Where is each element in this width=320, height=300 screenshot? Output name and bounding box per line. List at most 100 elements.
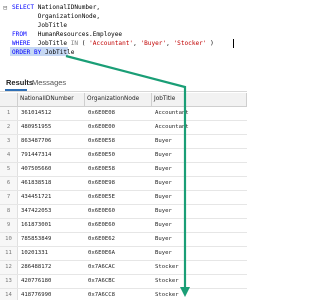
table-cell[interactable]: Stocker [152, 289, 247, 300]
table-cell[interactable]: Buyer [152, 177, 247, 190]
table-row[interactable]: 6 461838518 0x6E0E98 Buyer [0, 177, 247, 191]
row-number: 12 [0, 261, 18, 274]
table-cell[interactable]: 0x6E0E00 [85, 121, 152, 134]
table-cell[interactable]: 347422053 [18, 205, 85, 218]
table-cell[interactable]: Stocker [152, 275, 247, 288]
code-token: ORDER BY [12, 49, 46, 56]
results-tabs: Results Messages [0, 75, 247, 92]
column-header[interactable]: NationalIDNumber [18, 93, 85, 106]
table-row[interactable]: 3 863487706 0x6E0E58 Buyer [0, 135, 247, 149]
column-header[interactable]: JobTitle [152, 93, 247, 106]
table-row[interactable]: 11 10201331 0x6E0E6A Buyer [0, 247, 247, 261]
grid-header: NationalIDNumber OrganizationNode JobTitle [0, 93, 247, 107]
table-row[interactable]: 9 161873001 0x6E0E60 Buyer [0, 219, 247, 233]
code-token: OrganizationNode, [12, 13, 101, 20]
table-cell[interactable]: 461838518 [18, 177, 85, 190]
collapse-icon[interactable]: ⊟ [3, 4, 9, 13]
row-number: 1 [0, 107, 18, 120]
code-token: 'Accountant' [89, 40, 134, 47]
table-row[interactable]: 4 791447314 0x6E0E50 Buyer [0, 149, 247, 163]
table-cell[interactable]: 0x7A6CBC [85, 275, 152, 288]
code-token: JobTitle [45, 49, 75, 56]
table-cell[interactable]: Buyer [152, 219, 247, 232]
code-token: NationalIDNumber, [37, 4, 101, 11]
code-token: JobTitle [12, 22, 68, 29]
column-header[interactable] [0, 93, 18, 106]
table-row[interactable]: 10 785853849 0x6E0E62 Buyer [0, 233, 247, 247]
row-number: 7 [0, 191, 18, 204]
table-cell[interactable]: 407505660 [18, 163, 85, 176]
table-cell[interactable]: 0x7A6CAC [85, 261, 152, 274]
code-token: ( [81, 40, 90, 47]
table-cell[interactable]: 480951955 [18, 121, 85, 134]
tab-messages[interactable]: Messages [32, 78, 66, 87]
table-cell[interactable]: 863487706 [18, 135, 85, 148]
table-cell[interactable]: 0x6E0E98 [85, 177, 152, 190]
table-cell[interactable]: 420776180 [18, 275, 85, 288]
row-number: 13 [0, 275, 18, 288]
row-number: 6 [0, 177, 18, 190]
code-line: OrganizationNode, [12, 12, 100, 21]
row-number: 5 [0, 163, 18, 176]
code-token: WHERE [12, 40, 38, 47]
table-row[interactable]: 7 434451721 0x6E0E5E Buyer [0, 191, 247, 205]
table-row[interactable]: 13 420776180 0x7A6CBC Stocker [0, 275, 247, 289]
table-cell[interactable]: 0x6E0E6A [85, 247, 152, 260]
table-cell[interactable]: 0x6E0E60 [85, 205, 152, 218]
table-cell[interactable]: 785853849 [18, 233, 85, 246]
code-line: WHERE JobTitle IN ( 'Accountant', 'Buyer… [12, 39, 214, 48]
table-cell[interactable]: Buyer [152, 163, 247, 176]
code-token: HumanResources.Employee [37, 31, 123, 38]
query-editor[interactable]: ⊟ SELECT NationalIDNumber, OrganizationN… [0, 0, 247, 72]
table-cell[interactable]: Buyer [152, 247, 247, 260]
code-token: IN [70, 40, 82, 47]
table-cell[interactable]: 418776990 [18, 289, 85, 300]
table-row[interactable]: 1 361014512 0x6E0E08 Accountant [0, 107, 247, 121]
tab-results[interactable]: Results [6, 78, 33, 87]
code-token: 'Stocker' [173, 40, 207, 47]
table-cell[interactable]: Buyer [152, 149, 247, 162]
table-cell[interactable]: Stocker [152, 261, 247, 274]
table-cell[interactable]: Buyer [152, 191, 247, 204]
code-token: 'Buyer' [140, 40, 167, 47]
table-cell[interactable]: 0x6E0E58 [85, 135, 152, 148]
table-cell[interactable]: 0x7A6CC8 [85, 289, 152, 300]
table-cell[interactable]: 434451721 [18, 191, 85, 204]
row-number: 10 [0, 233, 18, 246]
active-tab-indicator [5, 89, 27, 91]
row-number: 8 [0, 205, 18, 218]
row-number: 9 [0, 219, 18, 232]
table-cell[interactable]: 0x6E0E60 [85, 219, 152, 232]
column-header[interactable]: OrganizationNode [85, 93, 152, 106]
table-cell[interactable]: 286488172 [18, 261, 85, 274]
table-cell[interactable]: 161873001 [18, 219, 85, 232]
table-cell[interactable]: 0x6E0E58 [85, 163, 152, 176]
table-cell[interactable]: 0x6E0E50 [85, 149, 152, 162]
code-token: ) [206, 40, 214, 47]
table-cell[interactable]: 10201331 [18, 247, 85, 260]
table-cell[interactable]: Buyer [152, 135, 247, 148]
table-cell[interactable]: Accountant [152, 107, 247, 120]
table-cell[interactable]: Accountant [152, 121, 247, 134]
table-cell[interactable]: 0x6E0E5E [85, 191, 152, 204]
results-grid[interactable]: NationalIDNumber OrganizationNode JobTitle… [0, 93, 247, 300]
code-token: JobTitle [37, 40, 71, 47]
code-line: SELECT NationalIDNumber, [12, 3, 100, 12]
table-row[interactable]: 5 407505660 0x6E0E58 Buyer [0, 163, 247, 177]
table-row[interactable]: 8 347422053 0x6E0E60 Buyer [0, 205, 247, 219]
code-line: ORDER BY JobTitle [12, 48, 74, 57]
code-token: SELECT [12, 4, 38, 11]
table-row[interactable]: 2 480951955 0x6E0E00 Accountant [0, 121, 247, 135]
code-token: FROM [12, 31, 38, 38]
code-line: JobTitle [12, 21, 67, 30]
table-row[interactable]: 14 418776990 0x7A6CC8 Stocker [0, 289, 247, 300]
text-cursor [233, 39, 234, 48]
table-cell[interactable]: Buyer [152, 205, 247, 218]
table-cell[interactable]: 0x6E0E08 [85, 107, 152, 120]
table-cell[interactable]: 791447314 [18, 149, 85, 162]
table-cell[interactable]: 361014512 [18, 107, 85, 120]
row-number: 3 [0, 135, 18, 148]
table-cell[interactable]: Buyer [152, 233, 247, 246]
table-cell[interactable]: 0x6E0E62 [85, 233, 152, 246]
table-row[interactable]: 12 286488172 0x7A6CAC Stocker [0, 261, 247, 275]
